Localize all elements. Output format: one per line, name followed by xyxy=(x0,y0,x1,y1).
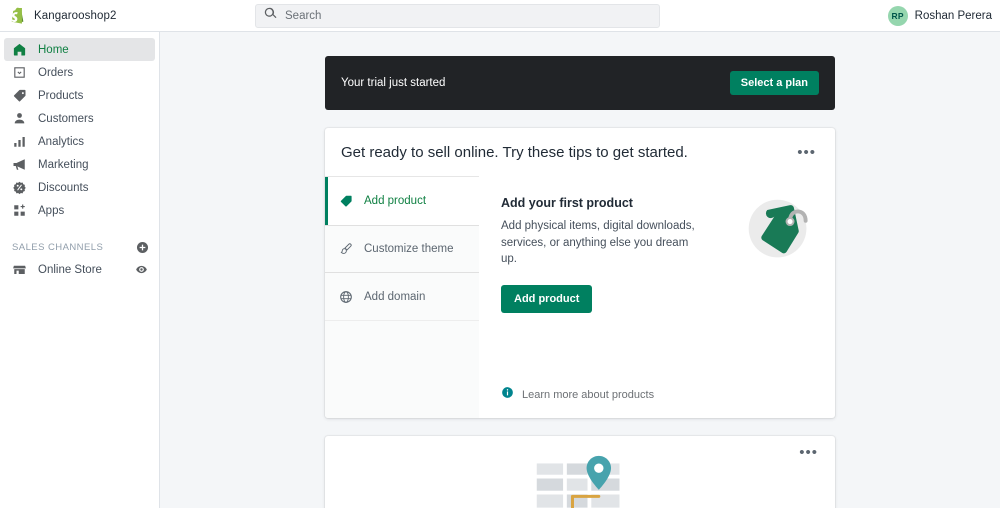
analytics-bars-icon xyxy=(12,134,27,149)
globe-icon xyxy=(338,289,353,304)
sidebar-item-label: Customers xyxy=(38,112,94,125)
task-label: Add domain xyxy=(364,290,426,303)
discounts-percent-icon xyxy=(12,180,27,195)
sidebar-item-label: Marketing xyxy=(38,158,89,171)
sidebar-item-label: Products xyxy=(38,89,84,102)
map-pin-illustration xyxy=(533,454,627,508)
sidebar-item-label: Orders xyxy=(38,66,74,79)
setup-task-list: Add product Customize theme Add domain xyxy=(325,176,479,418)
customers-person-icon xyxy=(12,111,27,126)
trial-banner-text: Your trial just started xyxy=(341,77,446,89)
task-add-product[interactable]: Add product xyxy=(325,177,479,225)
search-bar[interactable] xyxy=(255,4,660,28)
sidebar-item-apps[interactable]: Apps xyxy=(4,199,155,222)
tag-icon xyxy=(338,194,353,209)
home-icon xyxy=(12,42,27,57)
sidebar-item-products[interactable]: Products xyxy=(4,84,155,107)
top-bar: Kangarooshop2 RP Roshan Perera xyxy=(0,0,1000,32)
storefront-icon xyxy=(12,262,27,277)
eye-icon[interactable] xyxy=(134,263,148,277)
map-card: ••• xyxy=(325,436,835,508)
select-a-plan-button[interactable]: Select a plan xyxy=(729,71,819,95)
sidebar-item-marketing[interactable]: Marketing xyxy=(4,153,155,176)
info-circle-icon xyxy=(501,386,514,404)
user-name: Roshan Perera xyxy=(914,10,992,22)
sidebar-item-orders[interactable]: Orders xyxy=(4,61,155,84)
search-icon xyxy=(264,7,277,25)
detail-body: Add physical items, digital downloads, s… xyxy=(501,220,695,266)
sales-channels-title: SALES CHANNELS xyxy=(12,241,104,253)
sidebar-item-online-store[interactable]: Online Store xyxy=(4,258,155,281)
shopify-logo-icon xyxy=(7,5,26,26)
kebab-menu-icon[interactable]: ••• xyxy=(794,145,819,160)
products-tag-icon xyxy=(12,88,27,103)
learn-more-link[interactable]: Learn more about products xyxy=(501,386,813,404)
sales-channels-header: SALES CHANNELS xyxy=(12,240,149,254)
trial-banner: Your trial just started Select a plan xyxy=(325,56,835,110)
setup-card-header: Get ready to sell online. Try these tips… xyxy=(325,128,835,176)
paintbrush-icon xyxy=(338,242,353,257)
sidebar-item-label: Apps xyxy=(38,204,65,217)
apps-grid-plus-icon xyxy=(12,203,27,218)
orders-icon xyxy=(12,65,27,80)
product-tag-illustration xyxy=(737,188,815,266)
kebab-menu-icon[interactable]: ••• xyxy=(796,445,821,460)
sidebar-item-home[interactable]: Home xyxy=(4,38,155,61)
add-product-button[interactable]: Add product xyxy=(501,285,593,314)
brand-area[interactable]: Kangarooshop2 xyxy=(0,5,160,26)
search-input[interactable] xyxy=(285,10,651,22)
task-customize-theme[interactable]: Customize theme xyxy=(325,225,479,273)
setup-guide-card: Get ready to sell online. Try these tips… xyxy=(325,128,835,418)
main-content: Your trial just started Select a plan Ge… xyxy=(160,32,1000,508)
shop-name: Kangarooshop2 xyxy=(34,9,117,22)
plus-circle-icon[interactable] xyxy=(135,240,149,254)
sidebar-item-customers[interactable]: Customers xyxy=(4,107,155,130)
task-detail-panel: Add your first product Add physical item… xyxy=(479,176,835,418)
page-title: Get ready to sell online. Try these tips… xyxy=(341,144,688,161)
sidebar-item-label: Online Store xyxy=(38,263,102,276)
task-add-domain[interactable]: Add domain xyxy=(325,273,479,321)
sidebar-item-label: Analytics xyxy=(38,135,85,148)
marketing-megaphone-icon xyxy=(12,157,27,172)
avatar: RP xyxy=(887,6,908,26)
task-label: Add product xyxy=(364,195,427,207)
user-menu[interactable]: RP Roshan Perera xyxy=(887,0,992,32)
task-label: Customize theme xyxy=(364,243,454,255)
learn-more-label: Learn more about products xyxy=(522,389,655,401)
sidebar-item-label: Home xyxy=(38,43,69,56)
sidebar: Home Orders Products Customers Analytics… xyxy=(0,32,160,508)
sidebar-item-analytics[interactable]: Analytics xyxy=(4,130,155,153)
sidebar-item-discounts[interactable]: Discounts xyxy=(4,176,155,199)
shopify-admin-window: Kangarooshop2 RP Roshan Perera Home xyxy=(0,0,1000,508)
sidebar-item-label: Discounts xyxy=(38,181,89,194)
